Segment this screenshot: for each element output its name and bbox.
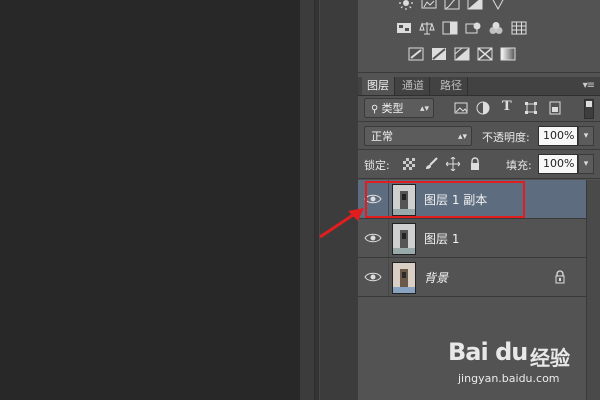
visibility-toggle[interactable]: [358, 258, 389, 296]
lock-transparent-pixels-icon[interactable]: [403, 158, 415, 170]
lock-row: 锁定: 填充: 100% ▾: [358, 154, 600, 174]
color-balance-icon[interactable]: [419, 21, 435, 35]
divider: [358, 178, 600, 179]
exposure-icon[interactable]: [467, 0, 483, 10]
adjustments-panel: [358, 0, 600, 73]
tab-channels[interactable]: 通道: [397, 77, 430, 95]
blend-mode-select[interactable]: 正常 ▴▾: [364, 126, 472, 146]
layer-row[interactable]: 背景: [358, 258, 586, 297]
annotation-arrow: [319, 208, 364, 239]
levels-icon[interactable]: [421, 0, 437, 10]
photo-filter-icon[interactable]: [465, 21, 481, 35]
tab-layers[interactable]: 图层: [362, 77, 395, 95]
updown-arrow-icon: ▴▾: [457, 132, 467, 142]
vibrance-icon[interactable]: [490, 0, 506, 10]
watermark-url: jingyan.baidu.com: [458, 372, 560, 385]
pixel-filter-icon[interactable]: [454, 101, 468, 115]
opacity-label: 不透明度:: [482, 131, 530, 144]
threshold-icon[interactable]: [454, 47, 470, 61]
eye-icon: [364, 272, 382, 282]
tab-paths[interactable]: 路径: [435, 77, 468, 95]
layer-name[interactable]: 图层 1: [424, 230, 459, 247]
document-canvas[interactable]: [0, 0, 300, 400]
eye-icon: [364, 233, 382, 243]
lock-position-icon[interactable]: [446, 157, 460, 171]
lock-all-icon[interactable]: [468, 157, 482, 171]
black-white-icon[interactable]: [442, 21, 458, 35]
lock-label: 锁定:: [364, 159, 390, 172]
watermark-site-name: 经验: [530, 346, 570, 370]
adjustments-row-1: [398, 0, 506, 10]
divider: [358, 121, 600, 122]
highlight-box: [365, 181, 525, 218]
opacity-dropdown-button[interactable]: ▾: [578, 126, 594, 146]
blend-mode-value: 正常: [371, 130, 393, 143]
adjustment-filter-icon[interactable]: [476, 101, 490, 115]
color-lookup-icon[interactable]: [511, 21, 527, 35]
panel-menu-icon[interactable]: ▾≡: [583, 80, 595, 91]
filter-row: ⚲ 类型 ▴▾ T: [358, 98, 600, 119]
panel-tabs: 图层 通道 路径 ▾≡: [358, 77, 600, 96]
layer-name[interactable]: 背景: [424, 269, 448, 286]
lock-icon: [555, 270, 565, 284]
filter-kind-label: 类型: [381, 102, 404, 115]
blend-row: 正常 ▴▾ 不透明度: 100% ▾: [358, 126, 600, 146]
adjustments-row-2: [396, 21, 527, 35]
filter-kind-select[interactable]: ⚲ 类型 ▴▾: [364, 98, 434, 118]
dock-strip: [314, 0, 320, 400]
fill-label: 填充:: [506, 159, 532, 172]
lock-image-pixels-icon[interactable]: [424, 157, 438, 171]
adjustments-row-3: [408, 47, 516, 61]
baidu-logo: Bai du: [448, 338, 528, 366]
shape-filter-icon[interactable]: [524, 101, 538, 115]
curves-icon[interactable]: [444, 0, 460, 10]
smart-object-filter-icon[interactable]: [548, 101, 562, 115]
invert-icon[interactable]: [408, 47, 424, 61]
baidu-watermark: Bai du 经验 jingyan.baidu.com: [448, 338, 598, 398]
fill-dropdown-button[interactable]: ▾: [578, 154, 594, 174]
layer-thumbnail: [392, 223, 416, 255]
layer-row[interactable]: 图层 1: [358, 219, 586, 258]
type-filter-icon[interactable]: T: [502, 99, 516, 114]
brightness-icon[interactable]: [398, 0, 414, 10]
updown-arrow-icon: ▴▾: [419, 104, 429, 114]
selective-color-icon[interactable]: [477, 47, 493, 61]
hue-saturation-icon[interactable]: [396, 21, 412, 35]
posterize-icon[interactable]: [431, 47, 447, 61]
filter-toggle-switch[interactable]: [584, 99, 594, 119]
layer-thumbnail: [392, 262, 416, 294]
divider: [358, 149, 600, 150]
fill-input[interactable]: 100%: [538, 154, 578, 174]
opacity-input[interactable]: 100%: [538, 126, 578, 146]
search-icon: ⚲: [371, 104, 382, 115]
channel-mixer-icon[interactable]: [488, 21, 504, 35]
gradient-map-icon[interactable]: [500, 47, 516, 61]
panel-dock-gutter: [300, 0, 358, 400]
